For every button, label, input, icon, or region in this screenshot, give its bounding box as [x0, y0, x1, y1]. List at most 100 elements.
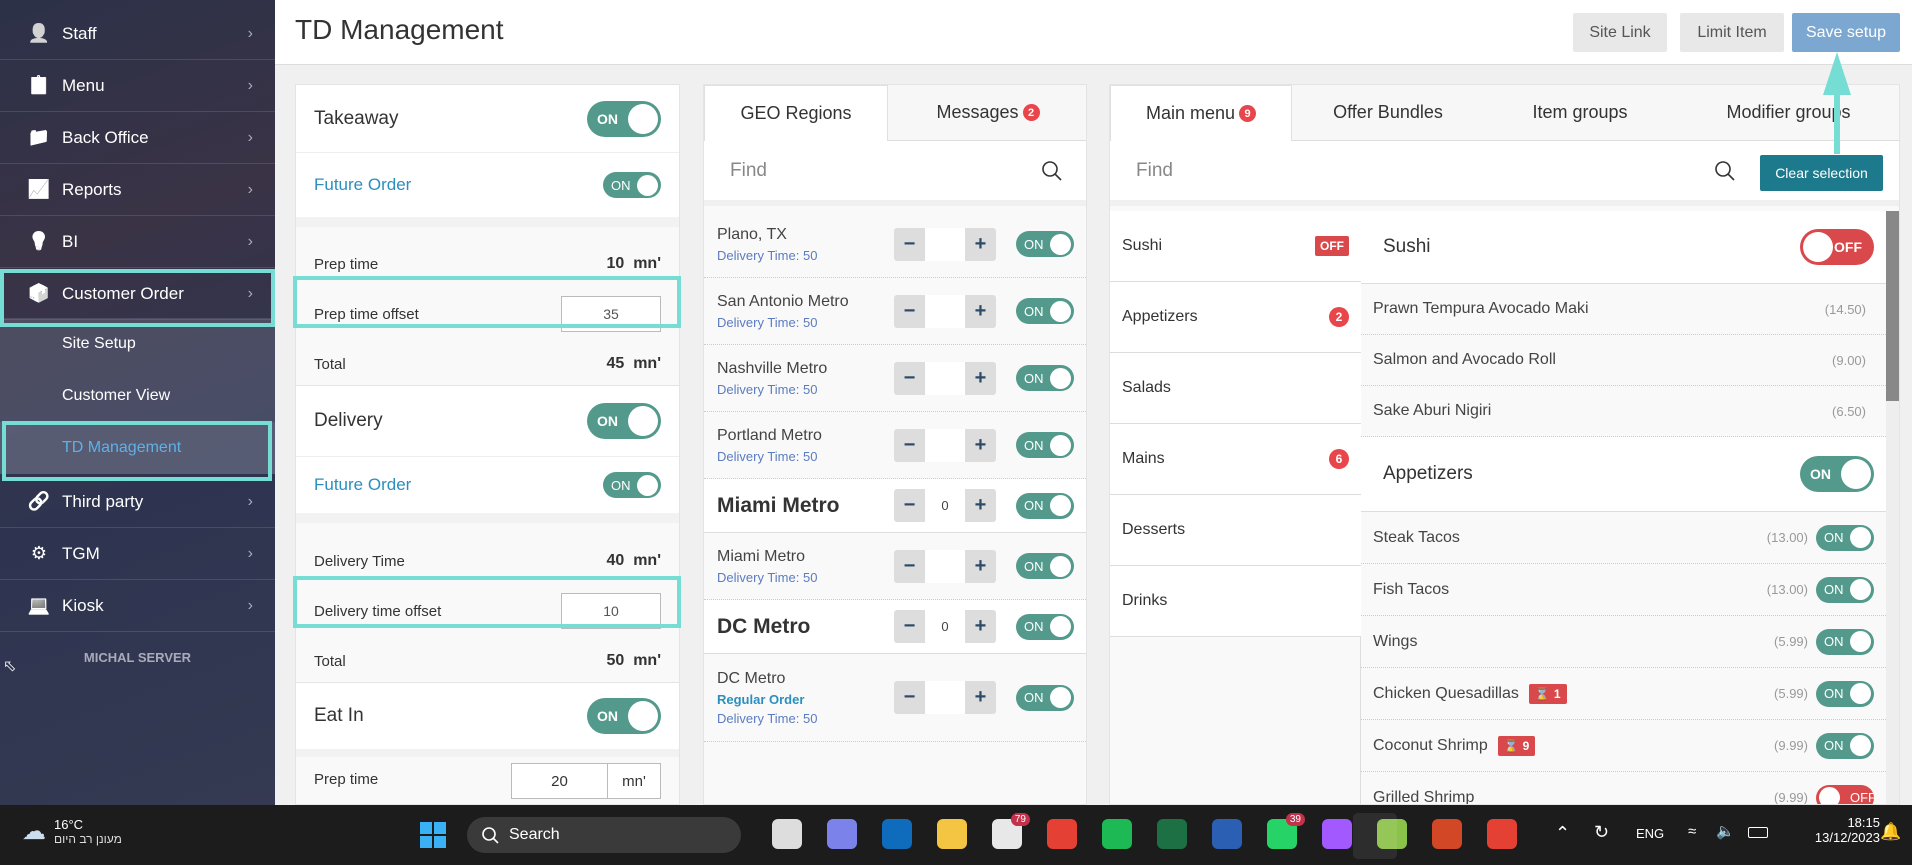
- tab-modifier-groups[interactable]: Modifier groups: [1676, 85, 1899, 141]
- sidebar-item-third-party[interactable]: 🔗 Third party ›: [0, 476, 275, 528]
- menu-item-row[interactable]: Steak Tacos (13.00) ON: [1361, 512, 1886, 564]
- region-toggle[interactable]: ON: [1016, 231, 1074, 257]
- whatsapp-icon[interactable]: 39: [1267, 813, 1305, 849]
- region-toggle[interactable]: ON: [1016, 365, 1074, 391]
- menu-item-row[interactable]: Sake Aburi Nigiri (6.50): [1361, 386, 1886, 437]
- stepper-value[interactable]: [925, 681, 965, 714]
- category-item[interactable]: Drinks: [1110, 566, 1361, 637]
- item-toggle[interactable]: ON: [1816, 524, 1874, 551]
- category-item[interactable]: Appetizers 2: [1110, 282, 1361, 353]
- plus-button[interactable]: +: [965, 555, 996, 578]
- sidebar-item-staff[interactable]: 👤 Staff ›: [0, 8, 275, 60]
- item-toggle[interactable]: ON: [1816, 680, 1874, 707]
- weather-widget[interactable]: ☁ 16°C מעונן רב היום: [22, 817, 122, 846]
- file-explorer-icon[interactable]: [937, 819, 967, 849]
- menu-item-row[interactable]: Prawn Tempura Avocado Maki (14.50): [1361, 284, 1886, 335]
- spotify-icon[interactable]: [1102, 819, 1132, 849]
- sidebar-item-reports[interactable]: 📈 Reports ›: [0, 164, 275, 216]
- delivery-future-order-toggle[interactable]: ON: [603, 472, 661, 498]
- stepper-value[interactable]: [925, 428, 965, 462]
- item-toggle[interactable]: ON: [1816, 576, 1874, 603]
- stepper-value[interactable]: [925, 227, 965, 261]
- minus-button[interactable]: −: [894, 494, 925, 517]
- quantity-stepper[interactable]: − +: [894, 549, 996, 583]
- tab-item-groups[interactable]: Item groups: [1484, 85, 1676, 141]
- menu-item-row[interactable]: Wings (5.99) ON: [1361, 616, 1886, 668]
- scrollbar[interactable]: [1886, 211, 1899, 804]
- stepper-value[interactable]: [925, 361, 965, 395]
- menu-search-input[interactable]: Find: [1136, 160, 1173, 182]
- sidebar-item-bi[interactable]: 💡 BI ›: [0, 216, 275, 268]
- stepper-value[interactable]: 0: [925, 489, 965, 522]
- chrome-icon[interactable]: [1047, 819, 1077, 849]
- clock[interactable]: 18:15 13/12/2023: [1815, 815, 1880, 845]
- takeaway-toggle[interactable]: ON: [587, 100, 661, 137]
- menu-item-row[interactable]: Coconut Shrimp ⌛ 9 (9.99) ON: [1361, 720, 1886, 772]
- menu-item-row[interactable]: Chicken Quesadillas ⌛ 1 (5.99) ON: [1361, 668, 1886, 720]
- minus-button[interactable]: −: [894, 555, 925, 578]
- prep-time-offset-input[interactable]: [561, 296, 661, 332]
- sync-icon[interactable]: ↻: [1594, 822, 1609, 843]
- task-view-icon[interactable]: [772, 819, 802, 849]
- excel-icon[interactable]: [1157, 819, 1187, 849]
- region-toggle[interactable]: ON: [1016, 492, 1074, 519]
- region-toggle[interactable]: ON: [1016, 432, 1074, 458]
- sidebar-subitem-td-management[interactable]: TD Management: [0, 422, 275, 474]
- stepper-value[interactable]: [925, 549, 965, 583]
- minus-button[interactable]: −: [894, 367, 925, 390]
- language-indicator[interactable]: ENG: [1636, 826, 1664, 841]
- windows-start-icon[interactable]: [420, 822, 446, 848]
- group-toggle[interactable]: OFF: [1800, 229, 1874, 265]
- chrome-2-icon[interactable]: [1487, 819, 1517, 849]
- item-toggle[interactable]: ON: [1816, 628, 1874, 655]
- plus-button[interactable]: +: [965, 615, 996, 638]
- slack-icon[interactable]: 79: [992, 813, 1030, 849]
- item-toggle[interactable]: ON: [1816, 732, 1874, 759]
- quantity-stepper[interactable]: − +: [894, 294, 996, 328]
- figma-icon[interactable]: [1322, 819, 1352, 849]
- category-item[interactable]: Desserts: [1110, 495, 1361, 566]
- word-icon[interactable]: [1212, 819, 1242, 849]
- taskbar-search[interactable]: Search: [467, 817, 741, 853]
- outlook-icon[interactable]: [882, 819, 912, 849]
- menu-item-row[interactable]: Fish Tacos (13.00) ON: [1361, 564, 1886, 616]
- tab-messages[interactable]: Messages 2: [888, 85, 1086, 141]
- minus-button[interactable]: −: [894, 615, 925, 638]
- powerpoint-icon[interactable]: [1432, 819, 1462, 849]
- minus-button[interactable]: −: [894, 686, 925, 709]
- sidebar-item-back-office[interactable]: 📁 Back Office ›: [0, 112, 275, 164]
- region-toggle[interactable]: ON: [1016, 613, 1074, 640]
- geo-search[interactable]: Find: [704, 141, 1086, 206]
- category-item[interactable]: Mains 6: [1110, 424, 1361, 495]
- tab-offer-bundles[interactable]: Offer Bundles: [1292, 85, 1484, 141]
- notification-bell-icon[interactable]: 🔔: [1880, 822, 1901, 842]
- plus-button[interactable]: +: [965, 233, 996, 256]
- quantity-stepper[interactable]: − +: [894, 227, 996, 261]
- menu-search[interactable]: Find Clear selection: [1110, 141, 1899, 206]
- sidebar-item-customer-order[interactable]: 📦 Customer Order ›: [0, 268, 275, 320]
- delivery-time-offset-input[interactable]: [561, 593, 661, 629]
- minus-button[interactable]: −: [894, 300, 925, 323]
- eat-in-prep-time-input[interactable]: 20: [512, 764, 608, 798]
- tab-geo-regions[interactable]: GEO Regions: [704, 85, 888, 141]
- eat-in-toggle[interactable]: ON: [587, 698, 661, 734]
- minus-button[interactable]: −: [894, 233, 925, 256]
- site-link-button[interactable]: Site Link: [1573, 13, 1667, 52]
- battery-icon[interactable]: [1748, 827, 1768, 838]
- save-setup-button[interactable]: Save setup: [1792, 13, 1900, 52]
- stepper-value[interactable]: [925, 294, 965, 328]
- sidebar-item-kiosk[interactable]: 💻 Kiosk ›: [0, 580, 275, 632]
- group-toggle[interactable]: ON: [1800, 456, 1874, 492]
- stepper-value[interactable]: 0: [925, 610, 965, 643]
- tab-main-menu[interactable]: Main menu 9: [1110, 85, 1292, 141]
- item-toggle[interactable]: OFF: [1816, 784, 1876, 804]
- sidebar-subitem-customer-view[interactable]: Customer View: [0, 370, 275, 422]
- teams-icon[interactable]: [827, 819, 857, 849]
- plus-button[interactable]: +: [965, 367, 996, 390]
- wifi-icon[interactable]: ≈: [1688, 823, 1696, 840]
- quantity-stepper[interactable]: − +: [894, 361, 996, 395]
- plus-button[interactable]: +: [965, 300, 996, 323]
- quantity-stepper[interactable]: −0 +: [894, 610, 996, 643]
- search-icon[interactable]: [1713, 159, 1737, 189]
- sidebar-subitem-site-setup[interactable]: Site Setup: [0, 318, 275, 370]
